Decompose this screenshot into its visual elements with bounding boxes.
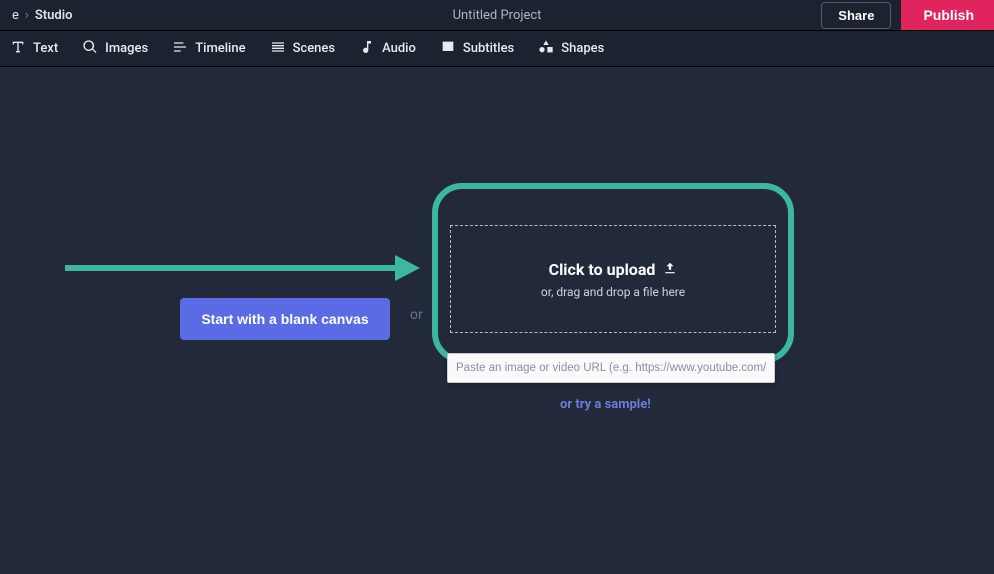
workspace: Start with a blank canvas or Click to up… (0, 67, 994, 574)
toolbar: Text Images Timeline Scenes Audio Subtit… (0, 30, 994, 66)
upload-title-text: Click to upload (549, 260, 656, 279)
top-bar: e › Studio Untitled Project Share Publis… (0, 0, 994, 30)
tool-shapes[interactable]: Shapes (538, 39, 604, 59)
tool-text[interactable]: Text (10, 39, 58, 59)
tutorial-arrow-icon (65, 255, 425, 295)
timeline-icon (172, 39, 188, 59)
scenes-icon (270, 39, 286, 59)
tool-images-label: Images (105, 41, 148, 56)
breadcrumb-home[interactable]: e (12, 8, 19, 23)
tool-text-label: Text (33, 41, 58, 56)
or-separator: or (410, 307, 423, 323)
tool-timeline-label: Timeline (195, 41, 245, 56)
upload-dropzone[interactable]: Click to upload or, drag and drop a file… (450, 225, 776, 333)
text-icon (10, 39, 26, 59)
upload-subtitle: or, drag and drop a file here (541, 285, 685, 299)
tool-subtitles-label: Subtitles (463, 41, 514, 56)
tool-scenes-label: Scenes (293, 41, 336, 56)
tool-scenes[interactable]: Scenes (270, 39, 336, 59)
tool-images[interactable]: Images (82, 39, 148, 59)
search-icon (82, 39, 98, 59)
audio-icon (359, 39, 375, 59)
tool-audio[interactable]: Audio (359, 39, 416, 59)
publish-button[interactable]: Publish (901, 0, 994, 30)
upload-title: Click to upload (549, 260, 678, 279)
tool-subtitles[interactable]: Subtitles (440, 39, 514, 59)
breadcrumb-sep: › (25, 8, 29, 23)
blank-canvas-button[interactable]: Start with a blank canvas (180, 298, 390, 340)
tool-shapes-label: Shapes (561, 41, 604, 56)
tool-timeline[interactable]: Timeline (172, 39, 245, 59)
top-actions: Share Publish (821, 0, 994, 30)
upload-icon (663, 260, 677, 279)
subtitles-icon (440, 39, 456, 59)
url-input[interactable] (447, 353, 775, 383)
project-title[interactable]: Untitled Project (453, 8, 542, 23)
breadcrumb-studio[interactable]: Studio (35, 8, 73, 23)
shapes-icon (538, 39, 554, 59)
tool-audio-label: Audio (382, 41, 416, 56)
share-button[interactable]: Share (821, 2, 891, 29)
try-sample-link[interactable]: or try a sample! (560, 397, 651, 412)
breadcrumb: e › Studio (12, 8, 72, 23)
